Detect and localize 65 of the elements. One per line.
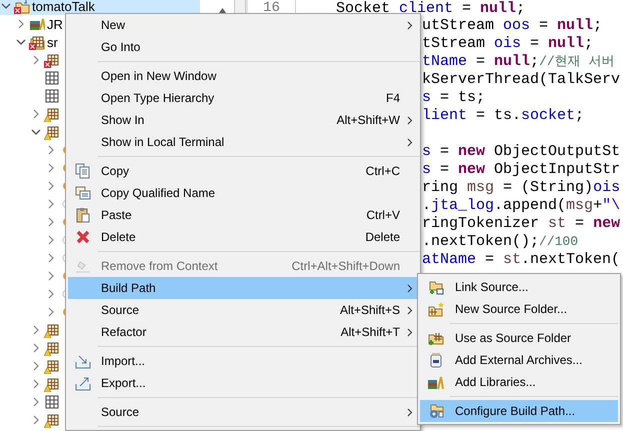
library-icon bbox=[29, 16, 45, 32]
code-line: s = new ObjectOutputSt bbox=[422, 143, 620, 161]
code-line: kServerThread(TalkServ bbox=[422, 71, 620, 89]
books-icon bbox=[428, 374, 444, 390]
code-line: s = ts; bbox=[422, 89, 486, 107]
code-line: ring msg = (String)ois bbox=[422, 179, 620, 197]
menu-item[interactable]: Source Alt+Shift+S bbox=[68, 299, 420, 321]
package-warning-icon bbox=[44, 124, 60, 140]
folder-link-icon bbox=[428, 279, 444, 295]
menu-item[interactable]: Add External Archives... bbox=[420, 349, 618, 371]
menu-item[interactable]: Use as Source Folder bbox=[420, 327, 618, 349]
delete-icon bbox=[75, 229, 91, 245]
new-folder-icon bbox=[428, 301, 444, 317]
package-icon bbox=[44, 394, 60, 410]
tree-item[interactable]: tomatoTalk bbox=[0, 0, 200, 15]
menu-item[interactable]: Source bbox=[68, 401, 420, 423]
menu-item[interactable]: Build Path bbox=[68, 277, 420, 299]
menu-item[interactable]: Add Libraries... bbox=[420, 371, 618, 393]
package-folder-icon bbox=[428, 330, 444, 346]
package-warning-icon bbox=[44, 412, 60, 428]
export-icon bbox=[75, 375, 91, 391]
package-icon bbox=[44, 88, 60, 104]
code-line: .jta_log.append(msg+"\ bbox=[422, 197, 620, 215]
package-warning-icon bbox=[44, 376, 60, 392]
menu-item[interactable]: Link Source... bbox=[420, 276, 618, 298]
menu-item[interactable]: Go Into bbox=[68, 36, 420, 58]
menu-item[interactable]: Show In Alt+Shift+W bbox=[68, 109, 420, 131]
copy-icon bbox=[75, 163, 91, 179]
menu-item[interactable]: Delete Delete bbox=[68, 226, 420, 248]
jar-icon bbox=[428, 352, 444, 368]
menu-item[interactable]: Paste Ctrl+V bbox=[68, 204, 420, 226]
menu-item[interactable]: Configure Build Path... bbox=[420, 400, 618, 422]
menu-item[interactable]: Copy Ctrl+C bbox=[68, 160, 420, 182]
menu-item[interactable]: Show in Local Terminal bbox=[68, 131, 420, 153]
gear-folder-icon bbox=[428, 403, 444, 419]
paste-icon bbox=[75, 207, 91, 223]
menu-item[interactable]: New Source Folder... bbox=[420, 298, 618, 320]
package-icon bbox=[44, 70, 60, 86]
package-warning-icon bbox=[44, 322, 60, 338]
import-icon bbox=[75, 353, 91, 369]
menu-item[interactable]: Export... bbox=[68, 372, 420, 394]
package-warning-icon bbox=[44, 358, 60, 374]
menu-item[interactable]: Copy Qualified Name bbox=[68, 182, 420, 204]
tree-item[interactable]: JR bbox=[15, 15, 63, 33]
source-folder-error-icon bbox=[29, 34, 45, 50]
code-line: s = new ObjectInputStr bbox=[422, 161, 620, 179]
code-line: tStream ois = null; bbox=[422, 35, 594, 53]
package-warning-icon bbox=[44, 106, 60, 122]
code-line: tName = null;//현재 서버 bbox=[422, 53, 614, 71]
code-line: lient = ts.socket; bbox=[422, 107, 584, 125]
line-number: 16 bbox=[263, 0, 280, 17]
menu-item[interactable]: Refactor Alt+Shift+T bbox=[68, 321, 420, 343]
tree-item[interactable]: sr bbox=[15, 33, 58, 51]
menu-item[interactable]: Open Type Hierarchy F4 bbox=[68, 87, 420, 109]
menu-item[interactable]: New bbox=[68, 14, 420, 36]
code-line: utStream oos = null; bbox=[422, 17, 602, 35]
menu-item[interactable]: Import... bbox=[68, 350, 420, 372]
code-line: .nextToken();//100 bbox=[422, 233, 578, 251]
code-line: Socket client = null; bbox=[336, 0, 526, 17]
code-line: atName = st.nextToken( bbox=[422, 251, 620, 269]
code-line: ringTokenizer st = new bbox=[422, 215, 620, 233]
package-error-icon bbox=[44, 52, 60, 68]
menu-item[interactable]: Open in New Window bbox=[68, 65, 420, 87]
package-warning-icon bbox=[44, 340, 60, 356]
copy-name-icon bbox=[75, 185, 91, 201]
